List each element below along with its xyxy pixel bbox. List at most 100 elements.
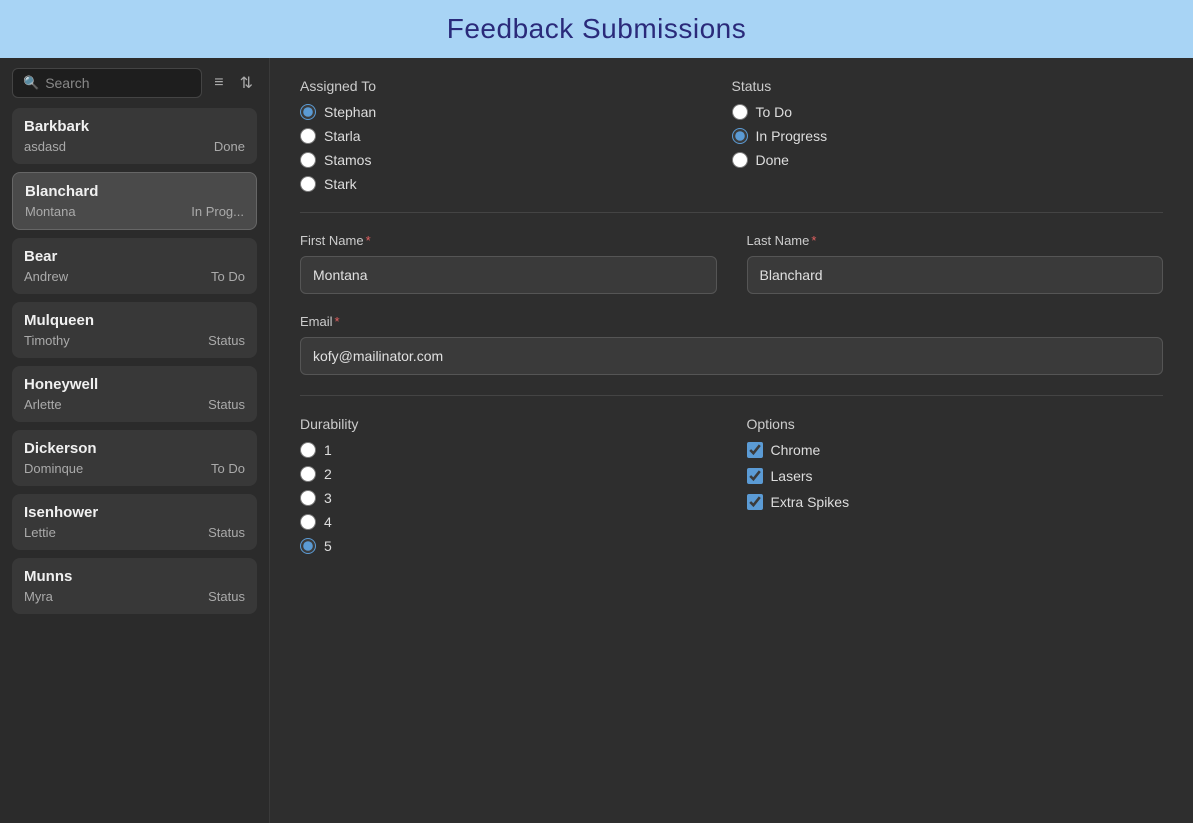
list-item-lastname: Mulqueen (24, 312, 245, 329)
status-option-label: In Progress (756, 128, 828, 144)
sort-icon[interactable]: ⇅ (236, 71, 257, 95)
list-item[interactable]: Munns Myra Status (12, 558, 257, 614)
filter-section: Assigned To Stephan Starla Stamos Stark … (300, 78, 1163, 192)
option-checkbox-item[interactable]: Chrome (747, 442, 1164, 458)
assigned-to-options: Stephan Starla Stamos Stark (300, 104, 732, 192)
sidebar-list: Barkbark asdasd Done Blanchard Montana I… (0, 108, 269, 823)
list-item-status: In Prog... (191, 204, 244, 219)
durability-radio[interactable] (300, 538, 316, 554)
durability-option-label: 1 (324, 442, 332, 458)
main-layout: 🔍 ≡ ⇅ Barkbark asdasd Done Blanchard Mon… (0, 58, 1193, 823)
list-item-status: To Do (211, 461, 245, 476)
assigned-to-filter: Assigned To Stephan Starla Stamos Stark (300, 78, 732, 192)
option-checkbox[interactable] (747, 442, 763, 458)
email-input[interactable] (300, 337, 1163, 375)
option-checkbox-label: Chrome (771, 442, 821, 458)
header: Feedback Submissions (0, 0, 1193, 58)
last-name-input[interactable] (747, 256, 1164, 294)
status-radio-item[interactable]: In Progress (732, 128, 1164, 144)
list-item-lastname: Dickerson (24, 440, 245, 457)
form-divider (300, 212, 1163, 213)
assigned-to-label: Assigned To (300, 78, 732, 94)
list-item[interactable]: Bear Andrew To Do (12, 238, 257, 294)
list-item-firstname: asdasd (24, 139, 66, 154)
options-col: Options Chrome Lasers Extra Spikes (747, 416, 1164, 554)
status-radio[interactable] (732, 128, 748, 144)
email-group: Email* (300, 314, 1163, 375)
option-checkbox-item[interactable]: Lasers (747, 468, 1164, 484)
list-item-lastname: Bear (24, 248, 245, 265)
content-area: Assigned To Stephan Starla Stamos Stark … (270, 58, 1193, 823)
durability-radio[interactable] (300, 514, 316, 530)
option-checkbox[interactable] (747, 494, 763, 510)
sidebar: 🔍 ≡ ⇅ Barkbark asdasd Done Blanchard Mon… (0, 58, 270, 823)
assigned-option-label: Stamos (324, 152, 371, 168)
assigned-radio[interactable] (300, 128, 316, 144)
list-item[interactable]: Blanchard Montana In Prog... (12, 172, 257, 230)
status-filter: Status To Do In Progress Done (732, 78, 1164, 192)
list-item[interactable]: Dickerson Dominque To Do (12, 430, 257, 486)
assigned-radio-item[interactable]: Stephan (300, 104, 732, 120)
last-name-label: Last Name* (747, 233, 1164, 248)
options-label: Options (747, 416, 1164, 432)
list-item[interactable]: Barkbark asdasd Done (12, 108, 257, 164)
email-label: Email* (300, 314, 1163, 329)
list-item-status: To Do (211, 269, 245, 284)
name-row: First Name* Last Name* (300, 233, 1163, 294)
list-item[interactable]: Mulqueen Timothy Status (12, 302, 257, 358)
list-item[interactable]: Honeywell Arlette Status (12, 366, 257, 422)
durability-radio[interactable] (300, 442, 316, 458)
list-item-status: Status (208, 333, 245, 348)
durability-radio[interactable] (300, 490, 316, 506)
status-radio-item[interactable]: Done (732, 152, 1164, 168)
assigned-radio-item[interactable]: Stamos (300, 152, 732, 168)
assigned-option-label: Stark (324, 176, 357, 192)
list-item-firstname: Arlette (24, 397, 62, 412)
list-item-firstname: Myra (24, 589, 53, 604)
first-name-group: First Name* (300, 233, 717, 294)
assigned-radio-item[interactable]: Stark (300, 176, 732, 192)
status-radio[interactable] (732, 152, 748, 168)
assigned-radio[interactable] (300, 176, 316, 192)
durability-option-label: 3 (324, 490, 332, 506)
form-divider-2 (300, 395, 1163, 396)
list-item-firstname: Andrew (24, 269, 68, 284)
email-row: Email* (300, 314, 1163, 375)
list-item-status: Status (208, 397, 245, 412)
search-input[interactable] (45, 75, 191, 91)
status-radio[interactable] (732, 104, 748, 120)
list-item-firstname: Dominque (24, 461, 83, 476)
filter-icon[interactable]: ≡ (210, 72, 227, 94)
assigned-radio-item[interactable]: Starla (300, 128, 732, 144)
status-option-label: Done (756, 152, 789, 168)
list-item[interactable]: Isenhower Lettie Status (12, 494, 257, 550)
durability-radio-item[interactable]: 5 (300, 538, 717, 554)
assigned-radio[interactable] (300, 152, 316, 168)
durability-radio[interactable] (300, 466, 316, 482)
list-item-lastname: Barkbark (24, 118, 245, 135)
option-checkbox[interactable] (747, 468, 763, 484)
durability-col: Durability 1 2 3 4 5 (300, 416, 717, 554)
list-item-lastname: Blanchard (25, 183, 244, 200)
page-title: Feedback Submissions (447, 13, 746, 45)
status-options: To Do In Progress Done (732, 104, 1164, 168)
durability-radio-item[interactable]: 3 (300, 490, 717, 506)
status-radio-item[interactable]: To Do (732, 104, 1164, 120)
durability-option-label: 2 (324, 466, 332, 482)
status-option-label: To Do (756, 104, 793, 120)
durability-radio-item[interactable]: 4 (300, 514, 717, 530)
first-name-input[interactable] (300, 256, 717, 294)
assigned-option-label: Stephan (324, 104, 376, 120)
search-wrapper[interactable]: 🔍 (12, 68, 202, 98)
search-icon: 🔍 (23, 75, 39, 91)
list-item-lastname: Honeywell (24, 376, 245, 393)
durability-radio-item[interactable]: 1 (300, 442, 717, 458)
durability-label: Durability (300, 416, 717, 432)
search-toolbar-row: 🔍 ≡ ⇅ (0, 58, 269, 98)
option-checkbox-item[interactable]: Extra Spikes (747, 494, 1164, 510)
list-item-firstname: Timothy (24, 333, 70, 348)
status-label: Status (732, 78, 1164, 94)
assigned-radio[interactable] (300, 104, 316, 120)
first-name-label: First Name* (300, 233, 717, 248)
durability-radio-item[interactable]: 2 (300, 466, 717, 482)
